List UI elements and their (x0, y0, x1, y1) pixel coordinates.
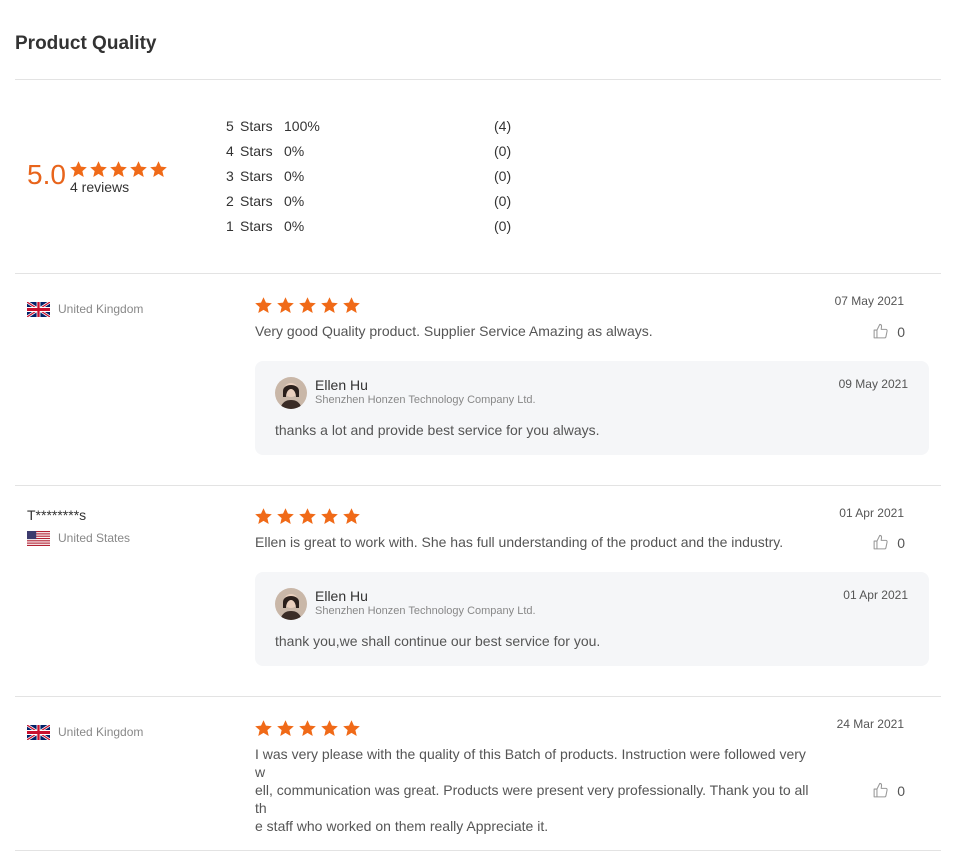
reply-date: 09 May 2021 (838, 377, 908, 391)
review-text: I was very please with the quality of th… (255, 745, 815, 835)
thumbs-up-icon (872, 782, 889, 799)
thumbs-up-icon (872, 323, 889, 340)
reviewer-country: United States (27, 530, 130, 546)
reply-company: Shenzhen Honzen Technology Company Ltd. (315, 605, 536, 617)
rating-count: (0) (494, 143, 512, 159)
star-icon (320, 296, 339, 315)
review-rating-stars (254, 507, 361, 526)
rating-level-label: Stars (240, 193, 273, 209)
reviewer-country: United Kingdom (27, 724, 143, 740)
review-text: Very good Quality product. Supplier Serv… (255, 323, 653, 339)
review-text-line: e staff who worked on them really Apprec… (255, 818, 549, 834)
star-icon (149, 160, 168, 179)
star-icon (109, 160, 128, 179)
star-icon (129, 160, 148, 179)
reply-author-name: Ellen Hu (315, 588, 368, 604)
divider (15, 79, 941, 80)
avatar (275, 377, 307, 409)
rating-level: 4 (226, 143, 234, 159)
rating-level-label: Stars (240, 143, 273, 159)
star-icon (89, 160, 108, 179)
rating-percent: 100% (284, 118, 320, 134)
review-text: Ellen is great to work with. She has ful… (255, 534, 784, 550)
reply-message: thanks a lot and provide best service fo… (275, 422, 600, 438)
rating-count: (4) (494, 118, 512, 134)
reviewer-name: T********s (27, 507, 87, 523)
rating-percent: 0% (284, 218, 305, 234)
star-icon (254, 719, 273, 738)
rating-level: 2 (226, 193, 234, 209)
reply-message: thank you,we shall continue our best ser… (275, 633, 601, 649)
rating-level-label: Stars (240, 118, 273, 134)
star-icon (254, 507, 273, 526)
rating-count: (0) (494, 193, 512, 209)
country-name: United States (58, 531, 131, 545)
star-icon (298, 507, 317, 526)
rating-percent: 0% (284, 193, 305, 209)
like-button[interactable]: 0 (872, 534, 905, 551)
star-icon (276, 719, 295, 738)
avatar (275, 588, 307, 620)
rating-count: (0) (494, 168, 512, 184)
country-name: United Kingdom (58, 302, 144, 316)
rating-level: 1 (226, 218, 234, 234)
reviewer-country: United Kingdom (27, 301, 143, 317)
like-count: 0 (897, 323, 905, 340)
star-icon (298, 719, 317, 738)
rating-count: (0) (494, 218, 512, 234)
rating-level-label: Stars (240, 218, 273, 234)
star-icon (320, 507, 339, 526)
rating-level: 3 (226, 168, 234, 184)
divider (15, 273, 941, 274)
star-icon (298, 296, 317, 315)
average-rating-stars (69, 160, 168, 179)
reply-author-name: Ellen Hu (315, 377, 368, 393)
review-rating-stars (254, 296, 361, 315)
review-text-line: ell, communication was great. Products w… (255, 782, 809, 816)
like-button[interactable]: 0 (872, 782, 905, 799)
section-title: Product Quality (15, 33, 157, 54)
us-flag-icon (27, 530, 50, 546)
like-count: 0 (897, 782, 905, 799)
rating-percent: 0% (284, 168, 305, 184)
country-name: United Kingdom (58, 725, 144, 739)
average-score: 5.0 (27, 159, 66, 190)
supplier-reply: Ellen Hu Shenzhen Honzen Technology Comp… (255, 361, 929, 455)
uk-flag-icon (27, 301, 50, 317)
uk-flag-icon (27, 724, 50, 740)
divider (15, 696, 941, 697)
review-count: 4 reviews (70, 179, 130, 195)
like-count: 0 (897, 534, 905, 551)
star-icon (342, 296, 361, 315)
reply-date: 01 Apr 2021 (843, 588, 908, 602)
like-button[interactable]: 0 (872, 323, 905, 340)
reply-company: Shenzhen Honzen Technology Company Ltd. (315, 394, 536, 406)
star-icon (254, 296, 273, 315)
review-date: 07 May 2021 (834, 294, 904, 308)
rating-percent: 0% (284, 143, 305, 159)
supplier-reply: Ellen Hu Shenzhen Honzen Technology Comp… (255, 572, 929, 666)
review-date: 01 Apr 2021 (839, 506, 904, 520)
divider (15, 485, 941, 486)
star-icon (342, 719, 361, 738)
star-icon (276, 507, 295, 526)
thumbs-up-icon (872, 534, 889, 551)
star-icon (342, 507, 361, 526)
review-text-line: I was very please with the quality of th… (255, 746, 806, 780)
star-icon (320, 719, 339, 738)
star-icon (69, 160, 88, 179)
rating-level: 5 (226, 118, 234, 134)
review-date: 24 Mar 2021 (836, 717, 904, 731)
review-rating-stars (254, 719, 361, 738)
divider (15, 850, 941, 851)
star-icon (276, 296, 295, 315)
rating-level-label: Stars (240, 168, 273, 184)
